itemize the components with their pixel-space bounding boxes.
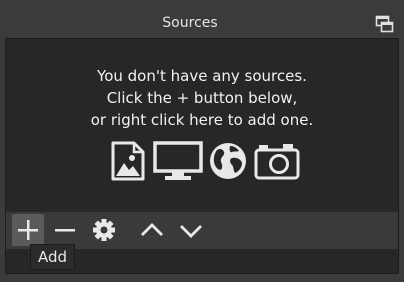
move-down-button[interactable]: [175, 214, 207, 246]
move-up-button[interactable]: [136, 214, 168, 246]
add-icon: [18, 220, 38, 240]
undock-icon: [375, 15, 394, 33]
remove-button[interactable]: [49, 214, 81, 246]
sources-dock: Sources You don't have any sources. Clic…: [0, 0, 404, 282]
sources-panel: You don't have any sources. Click the + …: [5, 38, 399, 274]
globe-icon: [210, 143, 246, 179]
empty-state-message: You don't have any sources. Click the + …: [6, 65, 398, 131]
dock-title-bar: Sources: [0, 0, 404, 38]
empty-state-line: You don't have any sources.: [97, 67, 307, 85]
chevron-up-icon: [141, 223, 163, 236]
image-icon: [111, 141, 145, 181]
sources-list[interactable]: You don't have any sources. Click the + …: [6, 39, 398, 211]
gear-icon: [93, 219, 115, 241]
empty-state-line: Click the + button below,: [106, 89, 298, 107]
properties-button[interactable]: [88, 214, 120, 246]
source-type-icons: [110, 141, 300, 185]
chevron-down-icon: [180, 225, 202, 238]
camera-icon: [254, 144, 300, 180]
undock-button[interactable]: [374, 14, 394, 34]
monitor-icon: [153, 141, 203, 180]
empty-state-line: or right click here to add one.: [90, 111, 314, 129]
add-button[interactable]: [12, 214, 44, 246]
dock-title: Sources: [162, 15, 218, 31]
remove-icon: [55, 229, 75, 232]
add-tooltip: Add: [30, 244, 76, 270]
